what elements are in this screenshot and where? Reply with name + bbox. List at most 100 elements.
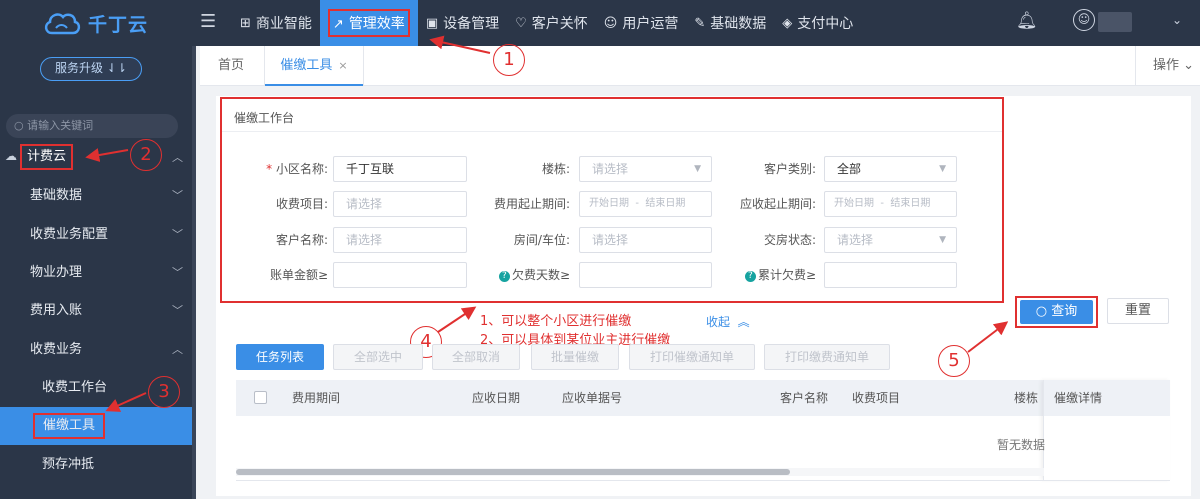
customer-type-select[interactable]: 全部 ▼: [824, 156, 957, 182]
chevron-down-icon: ﹀: [172, 189, 183, 202]
tab-home[interactable]: 首页: [218, 46, 244, 86]
top-bar: 千丁云 ☰ ⊞ 商业智能 ↗ 管理效率 ▣ 设备管理 ♡ 客户关怀 ☺ 用户运营 ✎ 基础数…: [0, 0, 1200, 46]
bill-amount-input[interactable]: [333, 262, 467, 288]
nav-item-efficiency[interactable]: ↗ 管理效率: [319, 0, 418, 46]
caret-down-icon: ▼: [939, 235, 946, 245]
sidebar: 服务升级 ⇃⇂ ○ 请输入关键词 ☁ 计费云 ︿ 基础数据 ﹀ 收费业务配置 ﹀ 物…: [0, 46, 196, 499]
chart-bar-icon: ⊞: [240, 15, 251, 31]
column-customer-name: 客户名称: [780, 391, 829, 405]
table-header: 费用期间 应收日期 应收单据号 客户名称 收费项目 楼栋: [236, 380, 1170, 416]
receivable-period-label: 应收起止期间:: [739, 197, 816, 211]
collapse-link[interactable]: 收起 ︽: [706, 313, 750, 330]
nav-item-user-ops[interactable]: ☺ 用户运营: [596, 0, 687, 46]
horizontal-scrollbar-thumb[interactable]: [236, 469, 790, 475]
total-overdue-label: ? 累计欠费≥: [730, 262, 816, 288]
form-divider: [222, 131, 1002, 132]
tab-reminder-tool[interactable]: 催缴工具 ×: [264, 46, 364, 86]
delivery-status-label: 交房状态:: [763, 233, 816, 247]
overdue-days-label-text: 欠费天数≥: [511, 268, 570, 282]
fee-period-start[interactable]: 开始日期: [589, 198, 629, 209]
help-icon[interactable]: ?: [498, 271, 510, 282]
fee-period-end[interactable]: 结束日期: [645, 198, 685, 209]
search-icon: ○: [1035, 304, 1052, 319]
receivable-start[interactable]: 开始日期: [834, 198, 874, 209]
sidebar-item-prepaid-offset[interactable]: 预存冲抵: [0, 446, 192, 484]
required-mark: *: [266, 162, 276, 176]
nav-item-bi[interactable]: ⊞ 商业智能: [232, 0, 320, 46]
total-overdue-input[interactable]: [824, 262, 957, 288]
sidebar-item-fee-business[interactable]: 收费业务 ︿: [0, 331, 192, 369]
reset-button[interactable]: 重置: [1107, 298, 1169, 324]
chevron-down-icon: ﹀: [172, 304, 183, 317]
nav-item-care[interactable]: ♡ 客户关怀: [507, 0, 596, 46]
sidebar-item-property[interactable]: 物业办理 ﹀: [0, 254, 192, 292]
column-reminder-detail: 催缴详情: [1044, 380, 1170, 416]
room-label: 房间/车位:: [513, 233, 570, 247]
sidebar-group-billing-cloud[interactable]: 计费云: [20, 144, 74, 170]
receivable-end[interactable]: 结束日期: [890, 198, 930, 209]
device-icon: ▣: [425, 15, 439, 31]
search-button-label: 查询: [1051, 304, 1078, 319]
room-input[interactable]: 请选择: [579, 227, 712, 253]
community-input[interactable]: 千丁互联: [333, 156, 467, 182]
caret-down-icon: ▼: [694, 164, 701, 174]
batch-remind-button[interactable]: 批量催缴: [531, 344, 619, 370]
customer-name-input[interactable]: 请选择: [333, 227, 467, 253]
search-icon: ○: [14, 119, 28, 132]
cancel-all-button[interactable]: 全部取消: [432, 344, 520, 370]
task-list-button[interactable]: 任务列表: [236, 344, 324, 370]
top-nav: ⊞ 商业智能 ↗ 管理效率 ▣ 设备管理 ♡ 客户关怀 ☺ 用户运营 ✎ 基础数据 ◈ 支付中…: [232, 0, 861, 46]
nav-label: 客户关怀: [531, 16, 588, 32]
column-fee-item: 收费项目: [852, 391, 901, 405]
bell-icon[interactable]: 🔔︎: [1016, 11, 1038, 31]
sidebar-item-reminder-tool[interactable]: 催缴工具: [0, 407, 192, 445]
receivable-period-range[interactable]: 开始日期 - 结束日期: [824, 191, 957, 217]
search-button[interactable]: ○ 查询: [1020, 300, 1093, 324]
cloud-small-icon: ☁: [5, 149, 17, 163]
print-reminder-notice-button[interactable]: 打印催缴通知单: [629, 344, 755, 370]
tab-label: 催缴工具: [280, 58, 333, 73]
sidebar-scrollbar[interactable]: [192, 46, 196, 499]
print-payment-notice-button[interactable]: 打印缴费通知单: [764, 344, 890, 370]
chevron-down-icon: ﹀: [172, 228, 183, 241]
building-placeholder: 请选择: [592, 162, 629, 176]
user-avatar-icon[interactable]: ☺: [1073, 9, 1095, 31]
building-select[interactable]: 请选择 ▼: [579, 156, 712, 182]
fee-item-input[interactable]: 请选择: [333, 191, 467, 217]
customer-name-label: 客户名称:: [275, 233, 328, 247]
overdue-days-input[interactable]: [579, 262, 712, 288]
trend-line-icon: ↗: [332, 17, 344, 32]
nav-label: 商业智能: [255, 16, 312, 32]
nav-item-base-data[interactable]: ✎ 基础数据: [686, 0, 774, 46]
tab-ops-dropdown[interactable]: 操作 ⌄: [1135, 46, 1200, 86]
select-all-button[interactable]: 全部选中: [333, 344, 423, 370]
search-placeholder: 请输入关键词: [27, 119, 94, 132]
shield-pay-icon: ◈: [782, 15, 793, 31]
sidebar-item-fee-config[interactable]: 收费业务配置 ﹀: [0, 216, 192, 254]
sidebar-item-base-data[interactable]: 基础数据 ﹀: [0, 177, 192, 215]
select-all-checkbox[interactable]: [254, 391, 267, 404]
sidebar-item-fee-entry[interactable]: 费用入账 ﹀: [0, 292, 192, 330]
annotation-circle-2: 2: [130, 139, 162, 171]
fee-period-range[interactable]: 开始日期 - 结束日期: [579, 191, 712, 217]
help-icon[interactable]: ?: [744, 271, 756, 282]
sidebar-item-label: 预存冲抵: [42, 457, 95, 472]
range-separator: -: [635, 198, 639, 209]
chevron-up-icon[interactable]: ︿: [172, 149, 183, 165]
column-receivable-bill-no: 应收单据号: [562, 391, 623, 405]
upgrade-button[interactable]: 服务升级 ⇃⇂: [40, 57, 142, 81]
menu-toggle-icon[interactable]: ☰: [200, 13, 218, 31]
sidebar-search-input[interactable]: ○ 请输入关键词: [6, 114, 178, 138]
annotation-circle-5: 5: [938, 345, 970, 377]
fee-period-label: 费用起止期间:: [493, 197, 570, 211]
close-icon[interactable]: ×: [338, 59, 347, 72]
heart-icon: ♡: [515, 15, 527, 31]
customer-type-label: 客户类别:: [763, 162, 816, 176]
chevron-down-icon[interactable]: ⌄: [1172, 13, 1182, 27]
delivery-status-select[interactable]: 请选择 ▼: [824, 227, 957, 253]
annotation-note-1: 1、可以整个小区进行催缴: [480, 314, 632, 329]
logo-area[interactable]: 千丁云: [0, 0, 196, 46]
nav-active-frame: ↗ 管理效率: [327, 9, 410, 37]
nav-item-device[interactable]: ▣ 设备管理: [418, 0, 507, 46]
nav-item-payment[interactable]: ◈ 支付中心: [774, 0, 861, 46]
